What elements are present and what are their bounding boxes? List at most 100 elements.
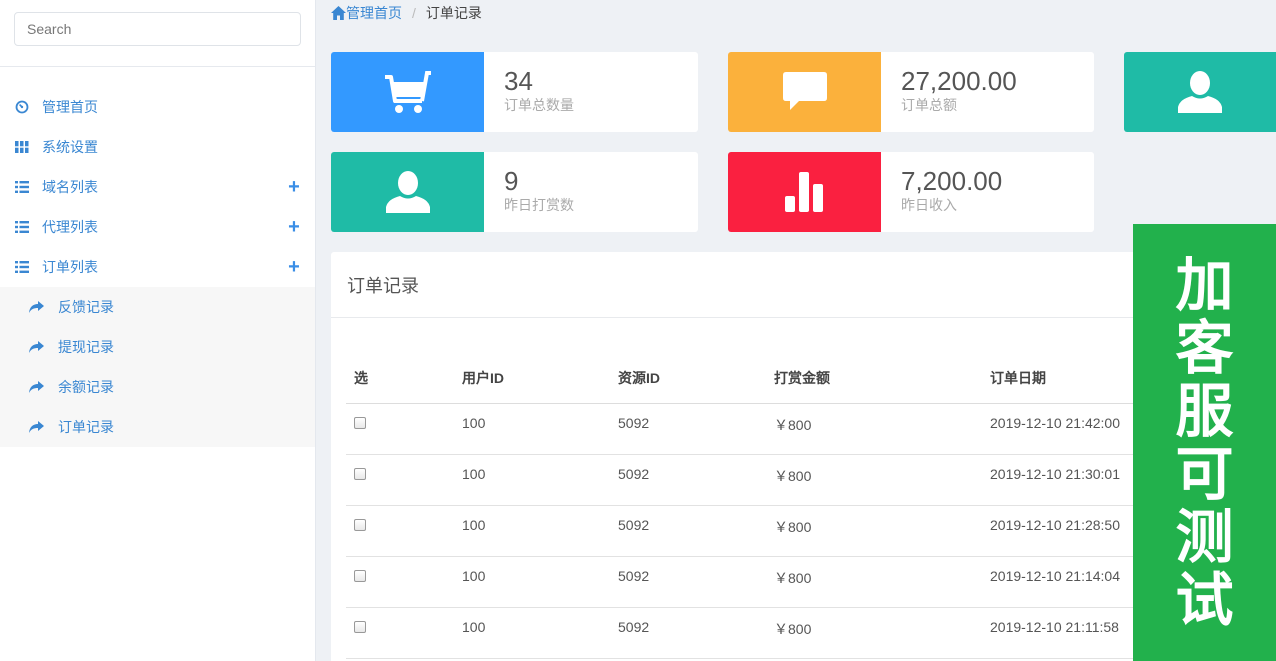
share-arrow-icon xyxy=(28,339,44,355)
column-header-resource-id: 资源ID xyxy=(610,353,766,404)
row-checkbox[interactable] xyxy=(354,518,366,531)
search-container xyxy=(0,0,315,67)
breadcrumb-home-label: 管理首页 xyxy=(346,5,402,21)
resource-id-cell: 5092 xyxy=(610,505,766,557)
date-cell: 2019-12-10 21:28:50 xyxy=(982,505,1136,557)
row-checkbox[interactable] xyxy=(354,467,366,480)
breadcrumb-separator: / xyxy=(412,5,416,21)
stat-value: 9 xyxy=(504,166,519,196)
sidebar-item-label: 余额记录 xyxy=(58,379,114,395)
sidebar-subitem-withdrawals[interactable]: 提现记录 xyxy=(0,327,315,367)
select-cell xyxy=(346,556,454,608)
home-icon xyxy=(331,6,346,20)
stat-value: 7,200.00 xyxy=(901,166,1003,196)
resource-id-cell: 5092 xyxy=(610,403,766,455)
amount-cell: ￥800 xyxy=(766,454,982,506)
list-icon xyxy=(14,259,30,275)
sidebar-item-orders[interactable]: 订单列表 + xyxy=(0,247,315,287)
expand-plus-icon[interactable]: + xyxy=(287,177,301,197)
user-id-cell: 100 xyxy=(454,403,610,455)
share-arrow-icon xyxy=(28,379,44,395)
sidebar-item-label: 代理列表 xyxy=(42,219,98,235)
sidebar-submenu: 反馈记录 提现记录 余额记录 订单记录 xyxy=(0,287,315,447)
user-id-cell: 100 xyxy=(454,454,610,506)
user-id-cell: 100 xyxy=(454,607,610,659)
sidebar-item-domains[interactable]: 域名列表 + xyxy=(0,167,315,207)
sidebar-item-label: 订单列表 xyxy=(42,259,98,275)
stat-tile xyxy=(331,52,484,132)
share-arrow-icon xyxy=(28,299,44,315)
breadcrumb-current: 订单记录 xyxy=(425,5,482,21)
table-header-row: 选 用户ID 资源ID 打赏金额 订单日期 xyxy=(346,353,1136,404)
column-header-date: 订单日期 xyxy=(982,353,1136,404)
stat-tile xyxy=(728,52,881,132)
column-header-select: 选 xyxy=(346,353,454,404)
stat-tile xyxy=(728,152,881,232)
user-id-cell: 100 xyxy=(454,556,610,608)
sidebar-item-label: 管理首页 xyxy=(42,99,98,115)
row-checkbox[interactable] xyxy=(354,569,366,582)
user-id-cell: 100 xyxy=(454,505,610,557)
date-cell: 2019-12-10 21:14:04 xyxy=(982,556,1136,608)
amount-cell: ￥800 xyxy=(766,505,982,557)
stat-tile xyxy=(331,152,484,232)
user-icon xyxy=(1178,71,1222,113)
stat-info: 34 订单总数量 xyxy=(484,52,574,132)
dashboard-icon xyxy=(14,99,30,115)
sidebar-item-settings[interactable]: 系统设置 xyxy=(0,127,315,167)
stat-card-order-count: 34 订单总数量 xyxy=(331,52,698,132)
promo-banner: 加 客 服 可 测 试 xyxy=(1133,224,1276,661)
list-icon xyxy=(14,219,30,235)
sidebar-subitem-orders[interactable]: 订单记录 xyxy=(0,407,315,447)
expand-plus-icon[interactable]: + xyxy=(287,217,301,237)
select-cell xyxy=(346,607,454,659)
promo-char: 客 xyxy=(1175,313,1234,382)
bar-chart-icon xyxy=(784,172,823,212)
sidebar-item-label: 提现记录 xyxy=(58,339,114,355)
sidebar-subitem-feedback[interactable]: 反馈记录 xyxy=(0,287,315,327)
select-cell xyxy=(346,454,454,506)
stat-label: 订单总额 xyxy=(901,97,957,113)
stat-label: 昨日打赏数 xyxy=(504,197,574,213)
stat-tile xyxy=(1124,52,1276,132)
table-row: 100 5092 ￥800 2019-12-10 21:11:58 xyxy=(346,607,1136,659)
stat-info: 7,200.00 昨日收入 xyxy=(881,152,1002,232)
share-arrow-icon xyxy=(28,419,44,435)
row-checkbox[interactable] xyxy=(354,416,366,429)
column-header-amount: 打赏金额 xyxy=(766,353,982,404)
sidebar-item-label: 订单记录 xyxy=(58,419,114,435)
stat-card-order-total: 27,200.00 订单总额 xyxy=(728,52,1094,132)
stat-label: 昨日收入 xyxy=(901,197,957,213)
column-header-user-id: 用户ID xyxy=(454,353,610,404)
sidebar: 管理首页 系统设置 域名列表 + 代理列表 + 订单列表 xyxy=(0,0,316,661)
search-input[interactable] xyxy=(14,12,301,46)
stat-value: 34 xyxy=(504,66,533,96)
sidebar-item-agents[interactable]: 代理列表 + xyxy=(0,207,315,247)
stat-label: 订单总数量 xyxy=(504,97,574,113)
sidebar-subitem-balance[interactable]: 余额记录 xyxy=(0,367,315,407)
breadcrumb-home-link[interactable]: 管理首页 xyxy=(331,3,402,23)
stat-info: 27,200.00 订单总额 xyxy=(881,52,1017,132)
date-cell: 2019-12-10 21:42:00 xyxy=(982,403,1136,455)
breadcrumb: 管理首页 / 订单记录 xyxy=(331,0,482,26)
table-row: 100 5092 ￥800 2019-12-10 21:42:00 xyxy=(346,403,1136,455)
amount-cell: ￥800 xyxy=(766,403,982,455)
user-icon xyxy=(385,171,430,213)
date-cell: 2019-12-10 21:11:58 xyxy=(982,607,1136,659)
resource-id-cell: 5092 xyxy=(610,454,766,506)
expand-plus-icon[interactable]: + xyxy=(287,257,301,277)
resource-id-cell: 5092 xyxy=(610,556,766,608)
list-icon xyxy=(14,179,30,195)
row-checkbox[interactable] xyxy=(354,620,366,633)
sidebar-nav: 管理首页 系统设置 域名列表 + 代理列表 + 订单列表 + 反馈记录 提现记录… xyxy=(0,87,315,447)
sidebar-item-dashboard[interactable]: 管理首页 xyxy=(0,87,315,127)
comment-icon xyxy=(782,72,827,110)
sidebar-item-label: 反馈记录 xyxy=(58,299,114,315)
table-row: 100 5092 ￥800 2019-12-10 21:30:01 xyxy=(346,454,1136,506)
stat-value: 27,200.00 xyxy=(901,66,1017,96)
orders-table: 选 用户ID 资源ID 打赏金额 订单日期 100 5092 ￥800 2019… xyxy=(346,353,1136,659)
stat-card-users xyxy=(1124,52,1276,132)
sidebar-item-label: 系统设置 xyxy=(42,139,98,155)
promo-char: 服 xyxy=(1175,376,1234,445)
stat-info: 9 昨日打赏数 xyxy=(484,152,574,232)
